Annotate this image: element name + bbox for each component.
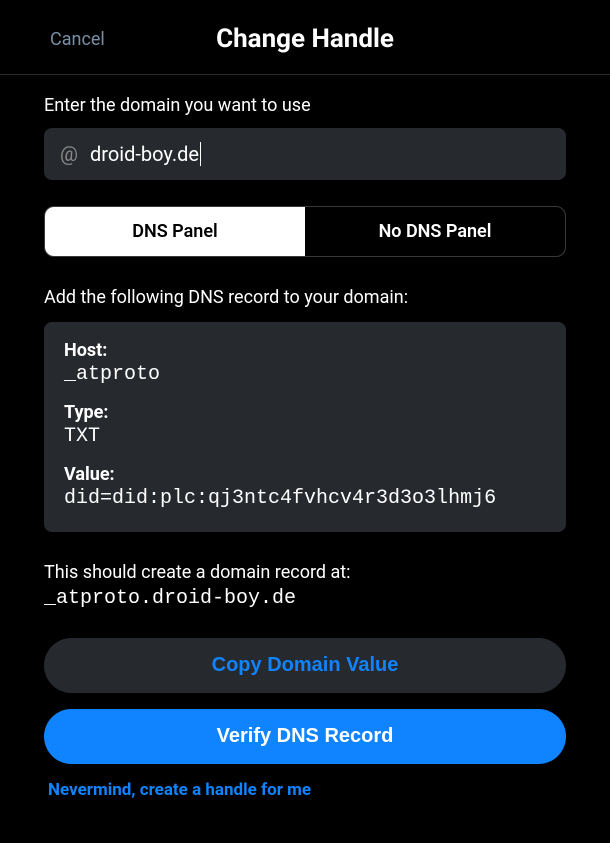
content: Enter the domain you want to use @ droid… <box>0 75 610 800</box>
dns-type-value: TXT <box>64 425 546 448</box>
domain-input-wrap[interactable]: @ droid-boy.de <box>44 128 566 180</box>
verify-dns-button[interactable]: Verify DNS Record <box>44 709 566 764</box>
result-text: This should create a domain record at: <box>44 562 566 583</box>
at-icon: @ <box>60 142 78 166</box>
dns-value-value: did=did:plc:qj3ntc4fvhcv4r3d3o3lhmj6 <box>64 487 546 510</box>
copy-domain-button[interactable]: Copy Domain Value <box>44 638 566 693</box>
dns-instruction: Add the following DNS record to your dom… <box>44 287 566 308</box>
page-title: Change Handle <box>32 24 578 54</box>
tab-no-dns-panel[interactable]: No DNS Panel <box>305 207 565 256</box>
tab-dns-panel[interactable]: DNS Panel <box>45 207 305 256</box>
nevermind-link[interactable]: Nevermind, create a handle for me <box>44 780 566 800</box>
dns-value-label: Value: <box>64 464 546 485</box>
dns-type-label: Type: <box>64 402 546 423</box>
cancel-button[interactable]: Cancel <box>50 29 105 50</box>
header: Cancel Change Handle <box>0 0 610 75</box>
domain-prompt: Enter the domain you want to use <box>44 95 566 116</box>
dns-host-value: _atproto <box>64 363 546 386</box>
panel-tabs: DNS Panel No DNS Panel <box>44 206 566 257</box>
dns-record-box: Host: _atproto Type: TXT Value: did=did:… <box>44 322 566 532</box>
domain-input[interactable]: droid-boy.de <box>90 142 201 166</box>
result-domain: _atproto.droid-boy.de <box>44 587 566 610</box>
dns-host-label: Host: <box>64 340 546 361</box>
